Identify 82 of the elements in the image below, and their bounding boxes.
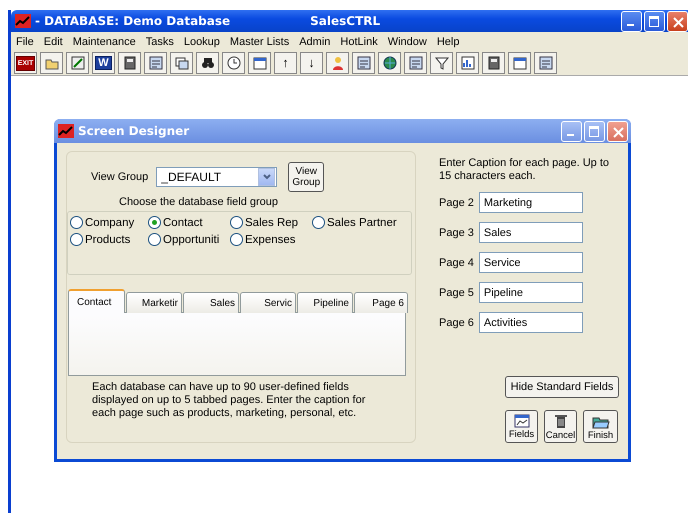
minimize-button[interactable] [621,10,642,32]
tab[interactable]: Marketir [126,292,182,313]
maximize-button[interactable] [644,10,665,32]
hide-standard-fields-button[interactable]: Hide Standard Fields [505,376,619,398]
filter-icon[interactable] [434,55,450,71]
view-group-dropdown[interactable]: _DEFAULT [156,167,278,187]
radio-button[interactable] [230,216,243,229]
cancel-button[interactable]: Cancel [544,410,577,443]
finish-button[interactable]: Finish [583,410,618,443]
radio-button[interactable] [148,233,161,246]
radio-button[interactable] [70,233,83,246]
form-icon[interactable] [148,55,164,71]
tab[interactable]: Sales [183,292,239,313]
notepad-icon[interactable] [70,55,86,71]
globe-icon[interactable] [382,55,398,71]
menu-item[interactable]: Master Lists [224,36,294,48]
calendar-icon[interactable] [512,55,528,71]
tab[interactable]: Page 6 [354,292,408,313]
page-label: Page 2 [439,196,474,208]
group-hint: Choose the database field group [119,196,280,208]
clock-icon[interactable] [226,55,242,71]
close-button[interactable] [667,10,688,32]
radio-button[interactable] [312,216,325,229]
field-label: View Group [91,171,148,183]
book-icon[interactable] [486,55,502,71]
form-icon[interactable] [408,55,424,71]
menu-item[interactable]: Window [382,36,432,48]
caption-field[interactable]: Sales [478,222,583,243]
menu-item[interactable]: Maintenance [68,36,141,48]
minimize-button[interactable] [561,120,582,142]
tab[interactable]: Pipeline [297,292,353,313]
maximize-button[interactable] [584,120,605,142]
form-icon[interactable] [538,55,554,71]
table-icon [514,414,530,428]
window-title: - DATABASE: Demo Database [35,14,230,28]
logo-icon [58,124,74,138]
app-name: SalesCTRL [310,14,380,28]
radio-option[interactable]: Contact [148,216,230,229]
radio-button[interactable] [70,216,83,229]
page-label: Page 3 [439,226,474,238]
menu-item[interactable]: Edit [38,36,68,48]
logo-icon [15,14,31,28]
word-icon[interactable]: W [95,56,112,70]
chart-icon[interactable] [460,55,476,71]
menu-item[interactable]: Tasks [140,36,179,48]
menu-item[interactable]: Lookup [178,36,225,48]
trash-icon [554,414,568,428]
menu-item[interactable]: Admin [294,36,336,48]
radio-button[interactable] [230,233,243,246]
radio-option[interactable]: Sales Rep [230,216,312,229]
radio-option[interactable]: Company [70,216,148,229]
radio-button[interactable] [148,216,161,229]
page-label: Page 5 [439,286,474,298]
binoculars-icon[interactable] [200,55,216,71]
form-icon[interactable] [356,55,372,71]
page-label: Page 4 [439,256,474,268]
dialog-title: Screen Designer [78,124,190,138]
description-text: Each database can have up to 90 user-defined fields displayed on up to 5 tabbed pages. Enter the caption for each page such as products, marketing, personal, etc. [92,381,366,420]
radio-option[interactable]: Opportuniti [148,233,230,246]
caption-field[interactable]: Marketing [478,192,583,213]
close-icon [673,16,684,28]
menu-item[interactable]: File [11,36,39,48]
caption-field[interactable]: Service [478,252,583,273]
close-icon [613,126,624,138]
radio-option[interactable]: Expenses [230,233,312,246]
page-label: Page 6 [439,316,474,328]
caption-field[interactable]: Pipeline [478,282,583,303]
close-button[interactable] [607,120,628,142]
caption-hint: Enter Caption for each page. Up to 15 characters each. [439,157,610,183]
tab[interactable]: Servic [240,292,296,313]
fields-button[interactable]: Fields [505,410,538,443]
menu-item[interactable]: Help [432,36,464,48]
view-group-button[interactable]: View Group [288,162,324,192]
radio-option[interactable]: Products [70,233,148,246]
caption-field[interactable]: Activities [478,312,583,333]
calendar-icon[interactable] [252,55,268,71]
book-icon[interactable] [122,55,138,71]
menu-item[interactable]: HotLink [335,36,383,48]
chevron-down-icon [262,174,271,180]
radio-option[interactable]: Sales Partner [312,216,411,229]
tab[interactable]: Contact [68,289,125,313]
windows-icon[interactable] [174,55,190,71]
